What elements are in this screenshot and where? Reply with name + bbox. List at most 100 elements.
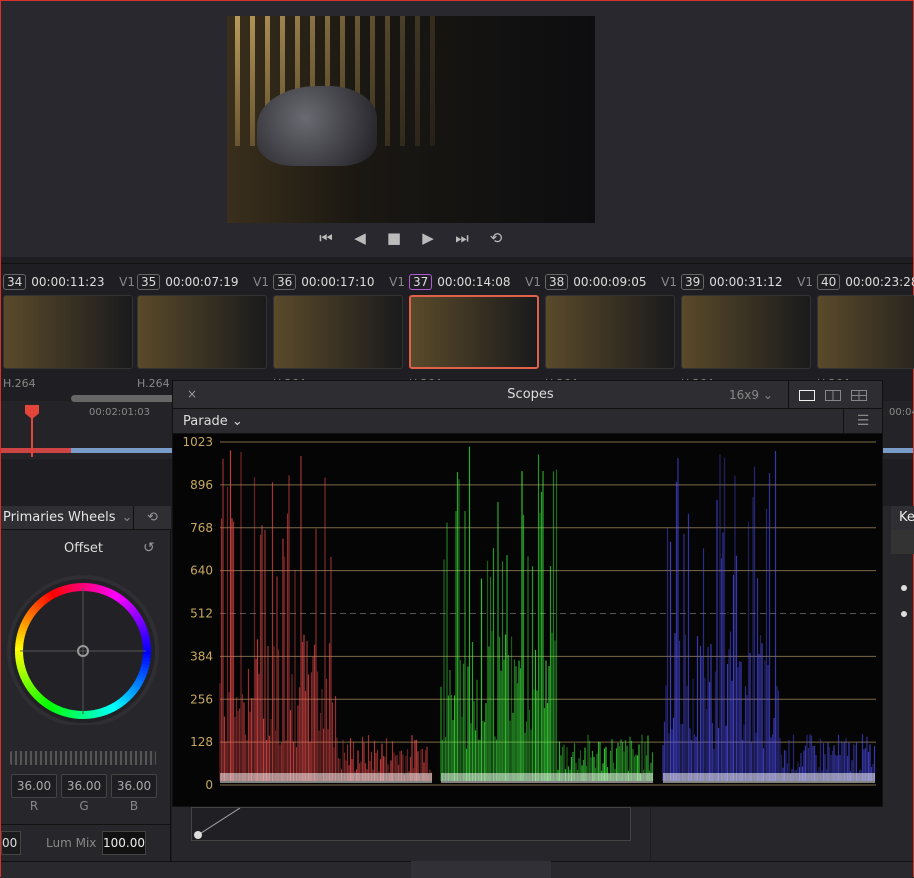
background-stripe <box>415 16 420 146</box>
timeline-timecode: 00:02:01:03 <box>89 407 151 418</box>
clip-header: 34 00:00:11:23 V1 <box>3 272 135 292</box>
scope-tick-label: 128 <box>190 735 213 749</box>
keyframe-dot[interactable] <box>901 585 907 591</box>
clip-thumbnail-37[interactable]: 3700:00:14:08V1H.264 <box>409 272 541 390</box>
scope-tick-label: 512 <box>190 607 213 621</box>
keyframes-row <box>891 530 914 554</box>
background-stripe <box>250 16 255 146</box>
clip-header: 38 00:00:09:05 V1 <box>545 272 677 292</box>
clip-image[interactable] <box>137 295 267 369</box>
clip-image[interactable] <box>545 295 675 369</box>
dual-layout-icon[interactable] <box>825 389 841 401</box>
partial-value-field[interactable]: 00 <box>1 831 21 855</box>
actor-head <box>257 86 377 166</box>
clip-timecode: 00:00:11:23 <box>31 275 105 289</box>
lum-mix-label: Lum Mix <box>46 836 97 850</box>
clip-header: 37 00:00:14:08 V1 <box>409 272 541 292</box>
timeline-track-played <box>1 448 71 453</box>
clip-thumbnail-34[interactable]: 34 00:00:11:23 V1 H.264 <box>3 272 135 390</box>
clip-number: 36 <box>273 274 297 290</box>
scope-type-dropdown[interactable]: Parade ⌄ <box>183 414 243 429</box>
clip-timecode: 00:00:14:08 <box>437 275 511 289</box>
clip-thumbnail-38[interactable]: 3800:00:09:05V1H.264 <box>545 272 677 390</box>
background-stripe <box>385 16 390 146</box>
aspect-ratio-dropdown[interactable]: 16x9 ⌄ <box>729 388 773 402</box>
clip-image[interactable] <box>681 295 811 369</box>
clip-timecode: 00:00:23:28 <box>845 275 914 289</box>
reset-all-icon[interactable]: ⟲ <box>133 505 171 530</box>
clip-thumbnail-36[interactable]: 3600:00:17:10V1H.264 <box>273 272 405 390</box>
scopes-titlebar[interactable]: Scopes × 16x9 ⌄ <box>173 381 882 409</box>
skip-forward-icon[interactable]: ⏭ <box>452 229 472 247</box>
clip-number: 35 <box>137 274 161 290</box>
master-wheel-slider[interactable] <box>10 751 156 765</box>
clip-track: V1 <box>797 275 813 289</box>
clip-image[interactable] <box>409 295 539 369</box>
scope-tick-label: 384 <box>190 649 213 663</box>
clip-timecode: 00:00:17:10 <box>301 275 375 289</box>
background-stripe <box>235 16 240 146</box>
clip-thumbnail-39[interactable]: 3900:00:31:12V1H.264 <box>681 272 813 390</box>
skip-back-icon[interactable]: ⏮ <box>316 229 336 247</box>
timeline-timecode-right: 00:04 <box>889 407 914 418</box>
wheel-label: Offset <box>63 541 104 556</box>
background-stripe <box>430 16 435 146</box>
offset-color-wheel[interactable] <box>7 573 159 725</box>
loop-icon[interactable]: ⟲ <box>486 229 506 247</box>
clip-header: 39 00:00:31:12 V1 <box>681 272 813 292</box>
clip-thumbnail-35[interactable]: 35 00:00:07:19 V1 H.264 <box>137 272 269 390</box>
clip-number: 38 <box>545 274 569 290</box>
clip-header: 35 00:00:07:19 V1 <box>137 272 269 292</box>
keyframe-dot[interactable] <box>901 611 907 617</box>
g-label: G <box>79 799 89 813</box>
clip-timecode: 00:00:31:12 <box>709 275 783 289</box>
curve-point <box>194 831 202 839</box>
color-page-tab[interactable] <box>411 861 551 878</box>
clip-number: 40 <box>817 274 841 290</box>
clip-image[interactable] <box>273 295 403 369</box>
playhead-line <box>31 415 33 457</box>
clip-track: V1 <box>253 275 269 289</box>
video-frame <box>227 16 595 223</box>
reset-wheel-icon[interactable]: ↺ <box>143 540 155 556</box>
scope-tick-label: 640 <box>190 564 213 578</box>
scope-tick-label: 768 <box>190 521 213 535</box>
single-layout-icon[interactable] <box>799 389 815 401</box>
clip-thumbnail-40[interactable]: 4000:00:23:28H.264 <box>817 272 914 390</box>
offset-r-field[interactable]: 36.00 <box>11 774 57 798</box>
scope-settings-icon[interactable]: ☰ <box>843 409 882 434</box>
clip-strip-scrollbar[interactable] <box>71 395 181 402</box>
clip-image[interactable] <box>3 295 133 369</box>
play-reverse-icon[interactable]: ◀ <box>350 229 370 247</box>
primaries-header[interactable]: Primaries Wheels ⌄ ⟲ <box>1 505 171 530</box>
scopes-title: Scopes <box>507 387 554 402</box>
curve-editor[interactable] <box>191 807 631 841</box>
chevron-down-icon[interactable]: ⌄ <box>122 510 133 525</box>
scope-tick-label: 256 <box>190 692 213 706</box>
parade-scope: 1023 896 768 640 512 384 256 128 0 <box>173 434 882 806</box>
play-icon[interactable]: ▶ <box>418 229 438 247</box>
quad-layout-icon[interactable] <box>851 389 867 401</box>
background-stripe <box>400 16 405 146</box>
r-label: R <box>29 799 39 813</box>
clip-track: V1 <box>389 275 405 289</box>
stop-icon[interactable]: ■ <box>384 229 404 247</box>
close-icon[interactable]: × <box>187 387 197 401</box>
scope-tick-label: 896 <box>190 478 213 492</box>
clip-timecode: 00:00:09:05 <box>573 275 647 289</box>
scopes-window: Scopes × 16x9 ⌄ Parade ⌄ ☰ 1023 896 768 640… <box>172 380 883 807</box>
b-label: B <box>129 799 139 813</box>
clip-header: 40 00:00:23:28 <box>817 272 914 292</box>
clip-track: V1 <box>661 275 677 289</box>
scope-mode-bar: Parade ⌄ ☰ <box>173 409 882 434</box>
clip-image[interactable] <box>817 295 914 369</box>
keyframes-title: Ke <box>891 506 914 530</box>
clip-header: 36 00:00:17:10 V1 <box>273 272 405 292</box>
scope-tick-label: 0 <box>205 778 213 792</box>
clip-timecode: 00:00:07:19 <box>165 275 239 289</box>
clip-number: 37 <box>409 274 433 290</box>
offset-b-field[interactable]: 36.00 <box>111 774 157 798</box>
scope-layout-buttons <box>788 381 882 409</box>
offset-g-field[interactable]: 36.00 <box>61 774 107 798</box>
lum-mix-field[interactable]: 100.00 <box>102 831 146 855</box>
